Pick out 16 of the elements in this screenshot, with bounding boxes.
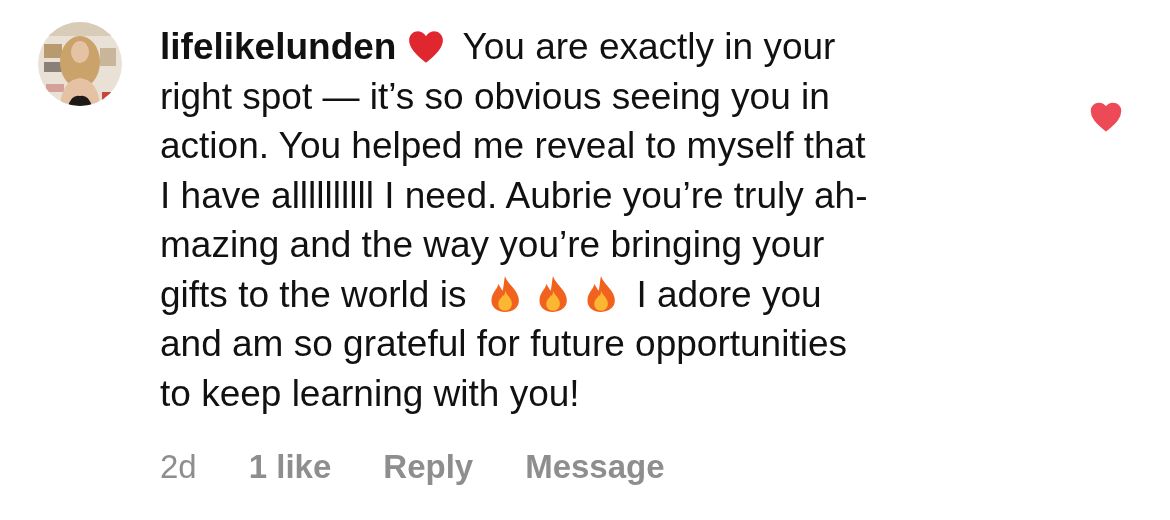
heart-icon xyxy=(408,29,445,64)
like-icon[interactable] xyxy=(1090,102,1122,132)
likes-link[interactable]: 1 like xyxy=(248,448,332,486)
comment-text: You are exactly in your xyxy=(462,25,836,69)
comment-text: action. You helped me reveal to myself that xyxy=(160,124,866,168)
action-link[interactable]: Message xyxy=(525,448,665,486)
comment-text: gifts to the world is xyxy=(160,272,467,317)
comment-text: I adore you xyxy=(636,272,822,317)
action-link[interactable]: Reply xyxy=(383,448,474,486)
comment-text: to keep learning with you! xyxy=(160,371,580,416)
timestamp: 2d xyxy=(160,448,197,486)
comment-text: I have allllllllll I need. Aubrie you’re truly ah- xyxy=(160,173,868,218)
comment-text: right spot — it’s so obvious seeing you in xyxy=(160,74,830,119)
username[interactable]: lifelikelunden xyxy=(160,22,397,72)
comment-text: and am so grateful for future opportunities xyxy=(160,322,847,366)
comment-text: mazing and the way you’re bringing your xyxy=(160,223,825,267)
